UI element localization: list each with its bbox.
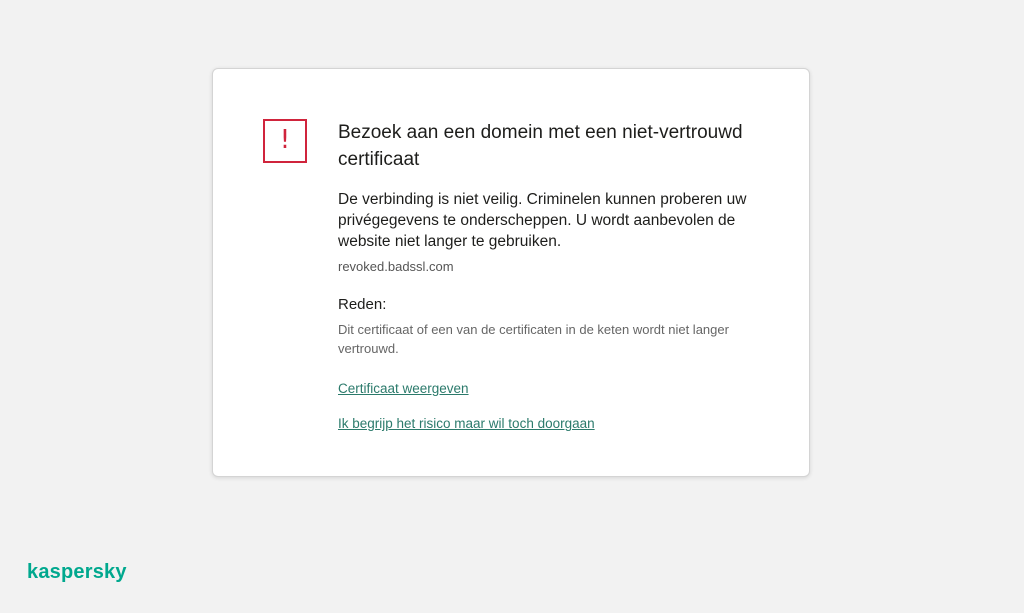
warning-message: De verbinding is niet veilig. Criminelen…: [338, 191, 747, 250]
view-certificate-link[interactable]: Certificaat weergeven: [338, 380, 469, 398]
blocked-domain: revoked.badssl.com: [338, 259, 454, 274]
page-title: Bezoek aan een domein met een niet-vertr…: [338, 122, 743, 170]
reason-heading: Reden:: [338, 296, 387, 313]
warning-card: ! Bezoek aan een domein met een niet-ver…: [212, 68, 810, 477]
action-links: Certificaat weergeven Ik begrijp het ris…: [338, 380, 778, 433]
exclamation-warning-icon: !: [263, 119, 307, 163]
kaspersky-logo: kaspersky: [27, 561, 127, 583]
reason-text: Dit certificaat of een van de certificat…: [338, 322, 729, 356]
warning-content: Bezoek aan een domein met een niet-vertr…: [338, 119, 778, 433]
proceed-anyway-link[interactable]: Ik begrijp het risico maar wil toch door…: [338, 415, 595, 433]
